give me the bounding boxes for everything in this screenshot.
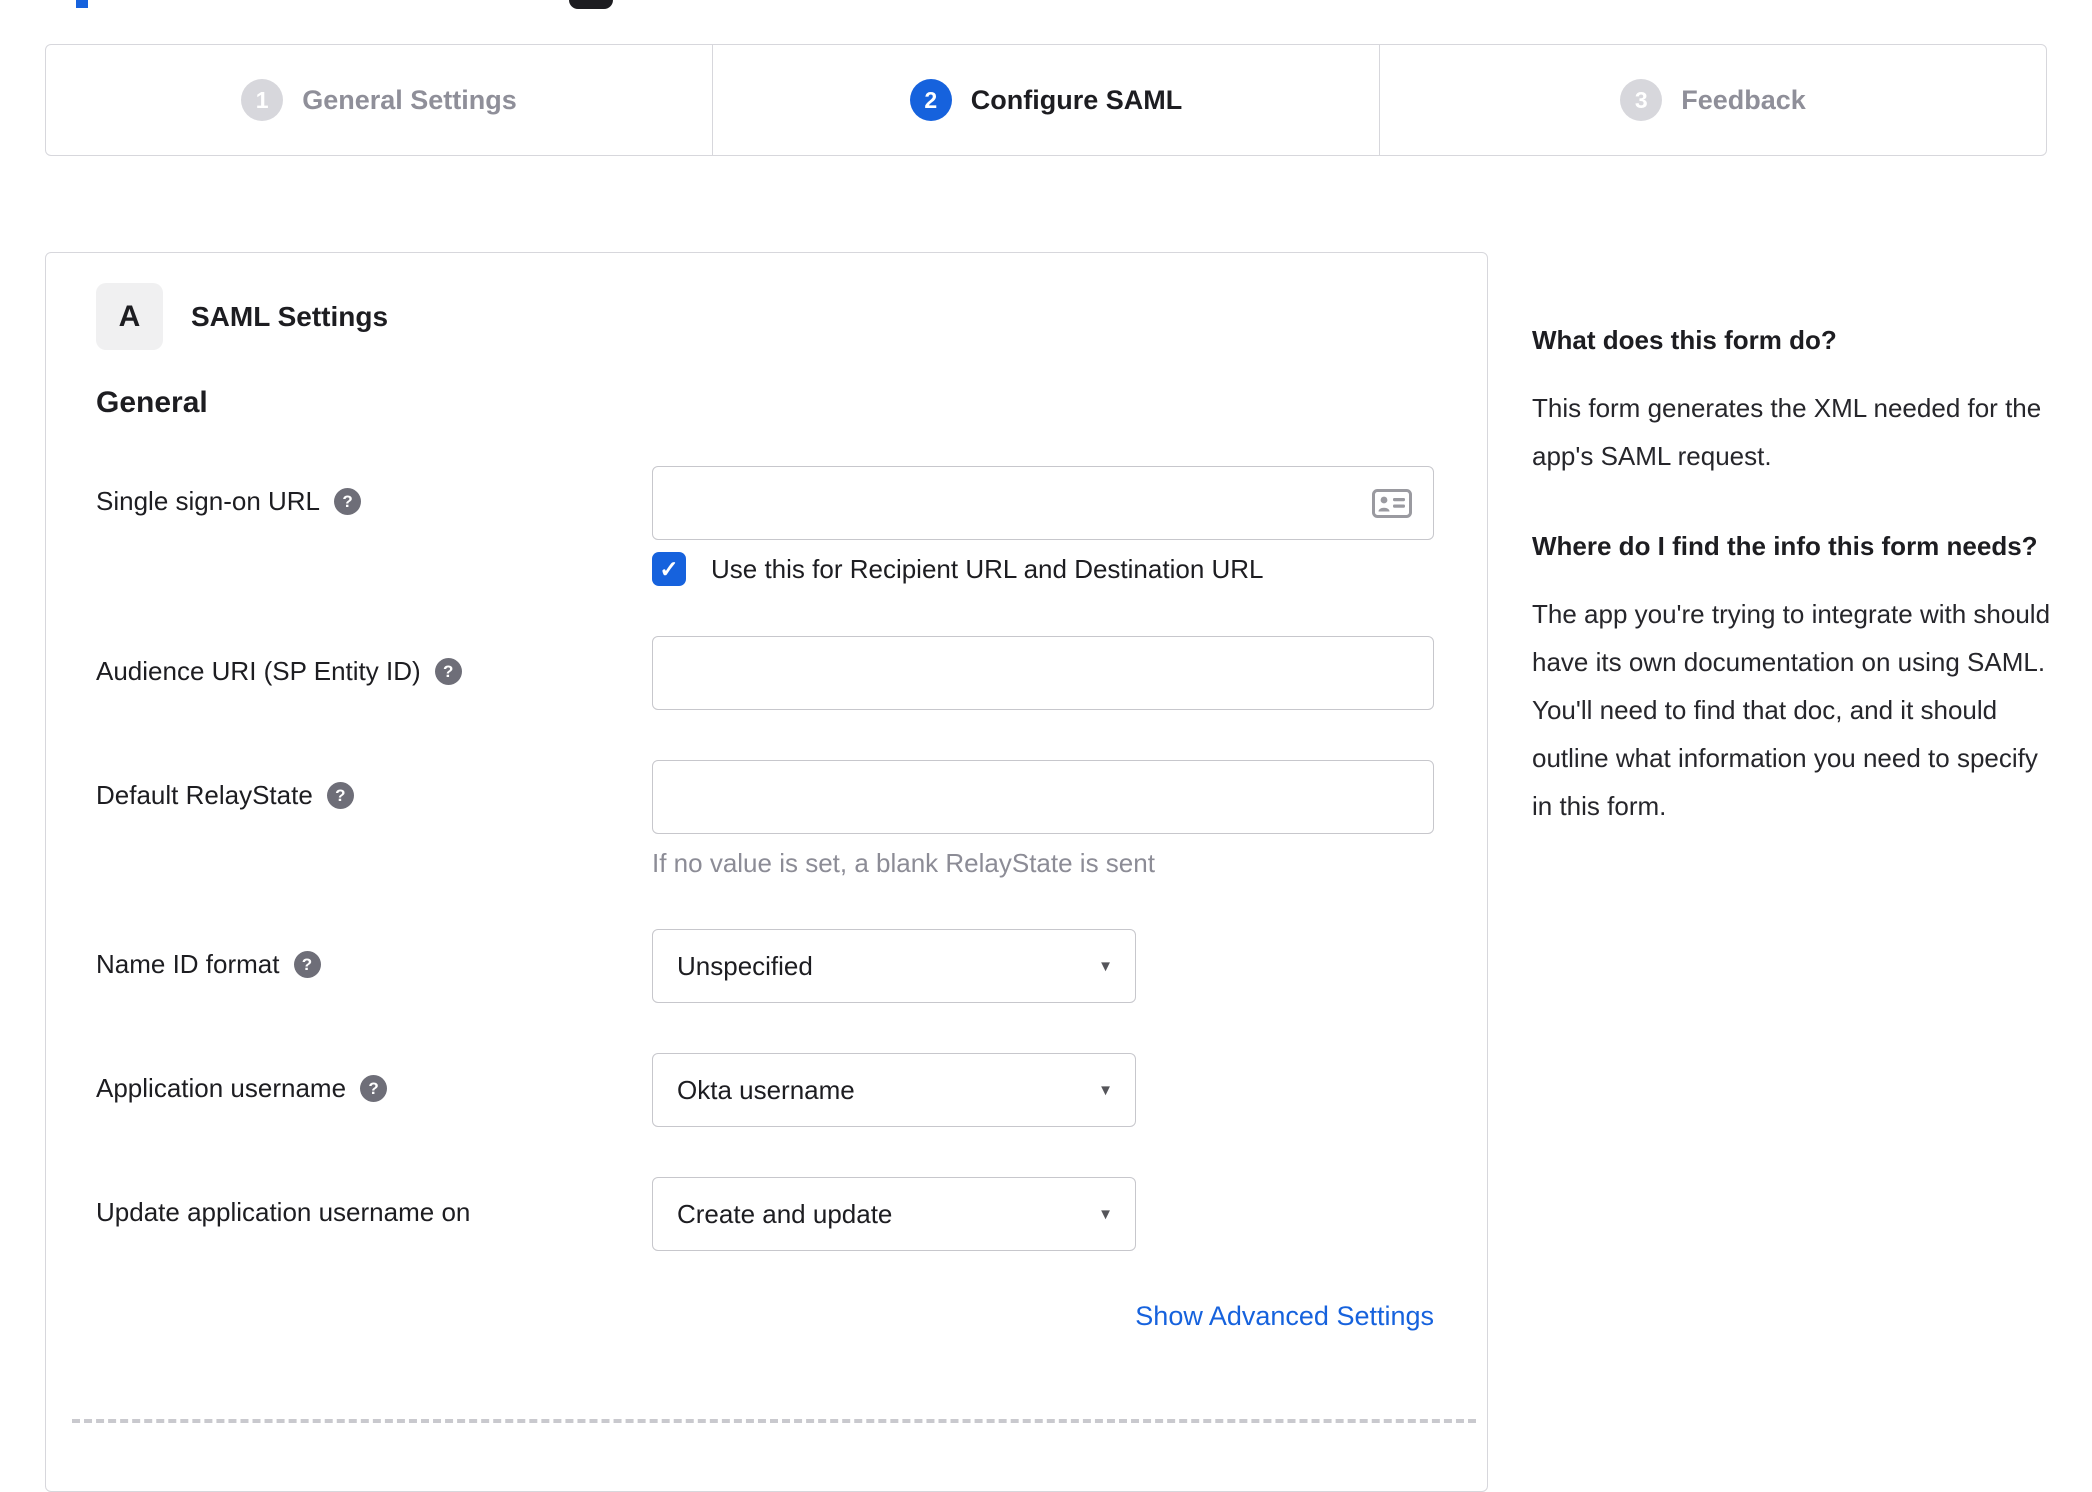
update-application-username-on-value: Create and update [677,1198,893,1229]
help-panel: What does this form do? This form genera… [1532,318,2052,874]
step-number-badge: 1 [241,79,284,121]
cut-off-dark-fragment [569,0,613,9]
application-username-value: Okta username [677,1074,855,1105]
recipient-url-checkbox-row: ✓ Use this for Recipient URL and Destina… [652,552,1487,586]
step-general-settings[interactable]: 1 General Settings [46,45,713,155]
dashed-divider [72,1419,1476,1423]
field-row-default-relaystate: Default RelayState ? If no value is set,… [96,760,1487,879]
help-icon[interactable]: ? [293,951,321,978]
update-application-username-on-label: Update application username on [96,1197,471,1227]
step-label: General Settings [302,84,517,115]
field-row-application-username: Application username ? Okta username ▼ [96,1053,1487,1127]
step-feedback[interactable]: 3 Feedback [1380,45,2046,155]
step-label: Configure SAML [970,84,1183,115]
step-number-badge: 3 [1620,79,1663,121]
general-group-title: General [96,386,208,419]
name-id-format-value: Unspecified [677,950,813,981]
help-icon[interactable]: ? [360,1075,388,1102]
wizard-stepper: 1 General Settings 2 Configure SAML 3 Fe… [45,44,2047,156]
single-sign-on-url-input[interactable] [652,466,1434,540]
show-advanced-settings-link[interactable]: Show Advanced Settings [1135,1301,1434,1331]
field-row-name-id-format: Name ID format ? Unspecified ▼ [96,929,1487,1003]
update-application-username-on-select[interactable]: Create and update ▼ [652,1177,1136,1251]
step-label: Feedback [1681,84,1806,115]
help-icon[interactable]: ? [326,782,354,809]
recipient-url-checkbox[interactable]: ✓ [652,552,686,586]
relaystate-hint: If no value is set, a blank RelayState i… [652,848,1155,878]
single-sign-on-url-label: Single sign-on URL [96,486,321,516]
field-row-update-application-username-on: Update application username on Create an… [96,1177,1487,1251]
application-username-select[interactable]: Okta username ▼ [652,1053,1136,1127]
advanced-settings-row: Show Advanced Settings [96,1301,1487,1332]
help-body-where: The app you're trying to integrate with … [1532,599,2051,821]
help-body-what: This form generates the XML needed for t… [1532,393,2042,471]
application-username-label: Application username [96,1073,347,1103]
name-id-format-select[interactable]: Unspecified ▼ [652,929,1136,1003]
name-id-format-label: Name ID format [96,949,280,979]
chevron-down-icon: ▼ [1098,957,1113,975]
audience-uri-label: Audience URI (SP Entity ID) [96,656,421,686]
section-header: A SAML Settings [96,283,1487,350]
address-card-icon [1372,489,1412,518]
default-relaystate-label: Default RelayState [96,780,313,810]
chevron-down-icon: ▼ [1098,1205,1113,1223]
audience-uri-input[interactable] [652,636,1434,710]
step-number-badge: 2 [909,79,952,121]
help-heading-where: Where do I find the info this form needs… [1532,531,2038,561]
field-row-single-sign-on-url: Single sign-on URL ? ✓ Use this for Reci… [96,466,1487,586]
help-icon[interactable]: ? [434,658,462,685]
section-title: SAML Settings [191,300,389,332]
section-a-badge: A [96,283,163,350]
saml-settings-card: A SAML Settings General Single sign-on U… [45,252,1488,1492]
step-configure-saml[interactable]: 2 Configure SAML [713,45,1380,155]
default-relaystate-input[interactable] [652,760,1434,834]
cut-off-blue-fragment [76,0,88,8]
help-icon[interactable]: ? [334,488,362,515]
field-row-audience-uri: Audience URI (SP Entity ID) ? [96,636,1487,710]
chevron-down-icon: ▼ [1098,1081,1113,1099]
help-heading-what: What does this form do? [1532,325,1837,355]
recipient-url-checkbox-label: Use this for Recipient URL and Destinati… [711,553,1264,584]
